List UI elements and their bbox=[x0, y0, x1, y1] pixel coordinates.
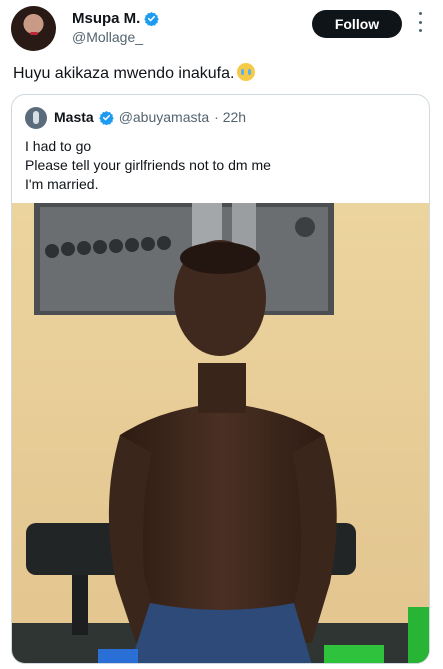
author-name[interactable]: Msupa M. bbox=[72, 10, 140, 27]
author-handle[interactable]: @Mollage_ bbox=[72, 29, 143, 45]
quoted-tweet-card[interactable]: Masta @abuyamasta · 22h I had to go Plea… bbox=[11, 94, 430, 664]
quoted-author-name: Masta bbox=[54, 109, 94, 125]
follow-button[interactable]: Follow bbox=[312, 10, 402, 38]
quoted-timestamp: · 22h bbox=[214, 109, 247, 125]
crying-face-emoji-icon bbox=[237, 63, 256, 81]
verified-badge-icon bbox=[98, 110, 114, 125]
quoted-text-line: I had to go bbox=[25, 138, 92, 154]
more-options-icon[interactable] bbox=[414, 12, 426, 32]
quoted-author-handle: @abuyamasta bbox=[118, 109, 210, 125]
quoted-text-line: I'm married. bbox=[25, 176, 99, 192]
author-name-line: Msupa M. bbox=[72, 10, 160, 27]
quoted-author-avatar bbox=[25, 107, 47, 129]
tweet-text-line: Huyu akikaza mwendo inakufa. bbox=[13, 63, 256, 84]
author-avatar[interactable] bbox=[11, 6, 56, 51]
verified-badge-icon bbox=[144, 11, 160, 26]
quoted-text-line: Please tell your girlfriends not to dm m… bbox=[25, 157, 271, 173]
quoted-tweet-text: I had to go Please tell your girlfriends… bbox=[25, 137, 271, 194]
quoted-tweet-photo[interactable] bbox=[12, 203, 430, 664]
quoted-tweet-header: Masta @abuyamasta · 22h bbox=[54, 109, 246, 125]
tweet-text: Huyu akikaza mwendo inakufa. bbox=[13, 65, 235, 82]
tweet-header: Msupa M. @Mollage_ Follow bbox=[0, 0, 443, 60]
